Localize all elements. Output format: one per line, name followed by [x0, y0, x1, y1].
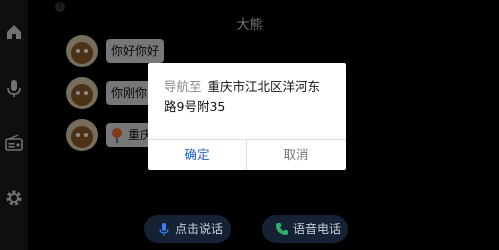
voice-input-label: 点击说话	[175, 222, 224, 236]
voice-input-button[interactable]: 点击说话	[144, 215, 231, 243]
dialog-message: 导航至 重庆市江北区洋河东 路9号附35	[164, 77, 336, 117]
dialog-prefix: 导航至	[164, 79, 202, 94]
cancel-button[interactable]: 取消	[247, 140, 345, 170]
destination-address-line2: 路9号附35	[164, 99, 226, 114]
navigation-confirm-dialog: 导航至 重庆市江北区洋河东 路9号附35 确定 取消	[148, 63, 346, 170]
voice-call-label: 语音电话	[293, 222, 342, 236]
confirm-button[interactable]: 确定	[148, 140, 246, 170]
microphone-icon	[159, 223, 169, 236]
destination-address-line1: 重庆市江北区洋河东	[207, 79, 321, 94]
voice-call-button[interactable]: 语音电话	[262, 215, 348, 243]
phone-icon	[276, 223, 288, 235]
